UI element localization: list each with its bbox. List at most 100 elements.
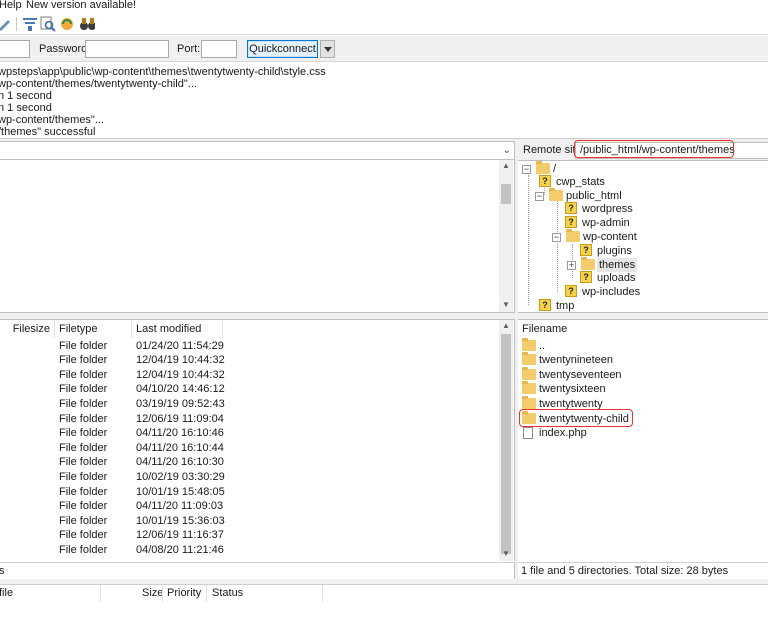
tree-item-cwp_stats[interactable]: ? cwp_stats	[539, 175, 759, 189]
table-row[interactable]: File folder 04/11/20 11:09:03	[0, 499, 500, 513]
log-line: /themes" successful	[0, 126, 96, 138]
remote-status-bar: 1 file and 5 directories. Total size: 28…	[518, 562, 768, 579]
log-line: wp-content/themes/twentytwenty-child"...	[0, 78, 197, 90]
column-header-filename[interactable]: Filename	[518, 320, 768, 338]
quickconnect-dropdown-button[interactable]	[320, 40, 335, 58]
remote-file-list[interactable]: Filename .. twentynineteen twentysevente…	[518, 319, 768, 561]
scroll-up-icon[interactable]: ▲	[499, 320, 513, 332]
unknown-folder-icon: ?	[539, 299, 551, 311]
tree-item-public_html[interactable]: − public_html	[535, 188, 755, 203]
scroll-down-icon[interactable]: ▼	[499, 548, 513, 560]
table-row[interactable]: File folder 04/08/20 11:21:46	[0, 543, 500, 557]
unknown-folder-icon: ?	[565, 216, 577, 228]
port-label: Port:	[177, 43, 201, 55]
log-line: wp-content/themes"...	[0, 114, 105, 126]
folder-icon	[536, 161, 550, 174]
folder-icon	[522, 411, 536, 424]
collapse-icon[interactable]: −	[522, 165, 531, 174]
local-status-bar: s	[0, 562, 515, 579]
quickconnect-button[interactable]: Quickconnect	[247, 40, 318, 58]
tree-item-wp-includes[interactable]: ? wp-includes	[565, 285, 745, 299]
tree-item-wp-admin[interactable]: ? wp-admin	[565, 216, 755, 230]
port-field[interactable]	[201, 40, 237, 58]
scroll-thumb[interactable]	[501, 184, 511, 204]
scroll-down-icon[interactable]: ▼	[499, 299, 513, 311]
log-line: n 1 second	[0, 102, 52, 114]
toolbar	[0, 13, 768, 35]
toolbar-separator	[16, 17, 17, 31]
local-directory-tree[interactable]: ▲ ▼	[0, 160, 515, 313]
password-field[interactable]	[85, 40, 169, 58]
filter-icon[interactable]	[22, 16, 38, 32]
transfer-queue-list[interactable]	[0, 602, 768, 638]
folder-icon	[581, 257, 595, 270]
table-row[interactable]: File folder 10/01/19 15:48:05	[0, 485, 500, 499]
column-header-filesize[interactable]: Filesize	[0, 320, 55, 338]
remote-directory-tree[interactable]: − / ? cwp_stats − public_html ? wordpres…	[518, 160, 768, 313]
tree-item-root[interactable]: − /	[522, 161, 762, 176]
unknown-folder-icon: ?	[565, 285, 577, 297]
menu-new-version[interactable]: New version available!	[26, 0, 136, 11]
table-row[interactable]: File folder 10/02/19 03:30:29	[0, 470, 500, 484]
tree-item-wordpress[interactable]: ? wordpress	[565, 202, 755, 216]
folder-icon	[566, 229, 580, 242]
table-row[interactable]: File folder 03/19/19 09:52:43	[0, 397, 500, 411]
queue-column-size[interactable]: Size	[142, 587, 163, 599]
table-row[interactable]: File folder 04/10/20 14:46:12	[0, 382, 500, 396]
pencil-icon[interactable]	[0, 16, 12, 32]
remote-site-path-input[interactable]: /public_html/wp-content/themes	[575, 142, 768, 159]
column-header-last-modified[interactable]: Last modified	[132, 320, 223, 338]
queue-column-file[interactable]: file	[0, 587, 13, 599]
table-row[interactable]: File folder 12/04/19 10:44:32	[0, 368, 500, 382]
table-row[interactable]: File folder 10/01/19 15:36:03	[0, 514, 500, 528]
table-row[interactable]: File folder 04/11/20 16:10:30	[0, 455, 500, 469]
chevron-down-icon[interactable]: ⌄	[503, 145, 511, 156]
table-row[interactable]: File folder 12/06/19 11:16:37	[0, 528, 500, 542]
unknown-folder-icon: ?	[565, 202, 577, 214]
folder-icon	[522, 352, 536, 365]
folder-icon	[522, 367, 536, 380]
local-site-combobox[interactable]: ⌄	[0, 141, 515, 160]
tree-item-tmp[interactable]: ? tmp	[539, 299, 739, 313]
username-field[interactable]	[0, 40, 30, 58]
column-header-filetype[interactable]: Filetype	[55, 320, 132, 338]
local-list-scrollbar[interactable]: ▲ ▼	[499, 320, 513, 561]
scroll-thumb[interactable]	[501, 334, 511, 554]
collapse-icon[interactable]: −	[535, 192, 544, 201]
tree-item-plugins[interactable]: ? plugins	[580, 244, 750, 258]
quickconnect-bar: Password: Port: Quickconnect	[0, 36, 768, 62]
password-label: Password:	[39, 43, 91, 55]
log-line: n 1 second	[0, 90, 52, 102]
search-remote-icon[interactable]	[40, 16, 56, 32]
unknown-folder-icon: ?	[580, 271, 592, 283]
table-row[interactable]: File folder 12/04/19 10:44:32	[0, 353, 500, 367]
transfer-queue-header: file Size Priority Status	[0, 584, 768, 603]
table-row[interactable]: File folder 04/11/20 16:10:44	[0, 441, 500, 455]
table-row[interactable]: File folder 04/11/20 16:10:46	[0, 426, 500, 440]
folder-icon	[522, 396, 536, 409]
file-icon	[523, 427, 533, 439]
log-line: wpsteps\app\public\wp-content\themes\twe…	[0, 66, 326, 78]
table-row[interactable]: File folder 01/24/20 11:54:29	[0, 339, 500, 353]
queue-column-status[interactable]: Status	[212, 587, 243, 599]
folder-icon	[522, 381, 536, 394]
collapse-icon[interactable]: −	[552, 233, 561, 242]
sync-icon[interactable]	[59, 16, 75, 32]
tree-item-uploads[interactable]: ? uploads	[580, 271, 750, 285]
tree-item-wp-content[interactable]: − wp-content	[552, 229, 752, 244]
folder-icon	[522, 338, 536, 351]
menubar: Help New version available!	[0, 0, 768, 13]
tree-item-themes[interactable]: + themes	[567, 257, 747, 272]
message-log[interactable]: wpsteps\app\public\wp-content\themes\twe…	[0, 63, 768, 139]
binoculars-icon[interactable]	[79, 16, 95, 32]
remote-status-text: 1 file and 5 directories. Total size: 28…	[521, 565, 729, 577]
table-row[interactable]: File folder 12/06/19 11:09:04	[0, 412, 500, 426]
local-status-text: s	[0, 565, 5, 577]
queue-column-priority[interactable]: Priority	[167, 587, 201, 599]
unknown-folder-icon: ?	[580, 244, 592, 256]
menu-help[interactable]: Help	[0, 0, 22, 11]
expand-icon[interactable]: +	[567, 261, 576, 270]
local-tree-scrollbar[interactable]: ▲ ▼	[499, 160, 513, 312]
scroll-up-icon[interactable]: ▲	[499, 160, 513, 172]
local-file-list[interactable]: Filesize Filetype Last modified File fol…	[0, 319, 515, 561]
